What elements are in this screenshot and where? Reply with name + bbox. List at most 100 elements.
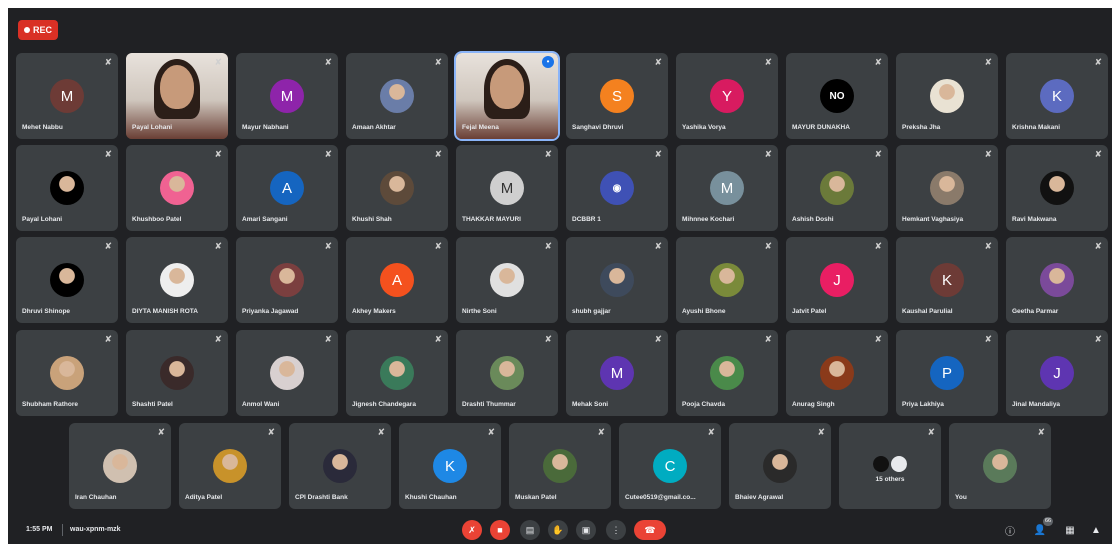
mic-muted-icon: ✘	[104, 149, 112, 159]
participant-name: Jatvit Patel	[792, 308, 827, 315]
participant-tile[interactable]: ✘ Nirthe Soni	[456, 237, 558, 323]
participant-tile[interactable]: ✘ K Khushi Chauhan	[399, 423, 501, 509]
participant-tile[interactable]: ✘ M Mehak Soni	[566, 330, 668, 416]
participant-name: Yashika Vorya	[682, 124, 726, 131]
participant-tile[interactable]: ✘ Y Yashika Vorya	[676, 53, 778, 139]
others-tile[interactable]: ✘ 15 others	[839, 423, 941, 509]
raise-hand-button[interactable]: ✋	[548, 520, 568, 540]
activities-icon[interactable]: ▲	[1088, 522, 1104, 538]
participant-tile[interactable]: ✘ K Kaushal Parulial	[896, 237, 998, 323]
participant-tile[interactable]: ✘ Khushboo Patel	[126, 145, 228, 231]
participant-tile[interactable]: ✘ J Jinal Mandaliya	[1006, 330, 1108, 416]
participant-tile[interactable]: ✘ M Mihnnee Kochari	[676, 145, 778, 231]
participant-name: Payal Lohani	[22, 216, 63, 223]
participant-tile[interactable]: ✘ shubh gajjar	[566, 237, 668, 323]
mic-muted-icon: ✘	[1037, 427, 1045, 437]
participant-name: shubh gajjar	[572, 308, 611, 315]
participant-tile[interactable]: ✘ ◉ DCBBR 1	[566, 145, 668, 231]
participant-tile[interactable]: ✘ Preksha Jha	[896, 53, 998, 139]
participant-name: Mayur Nabhani	[242, 124, 289, 131]
bottom-bar: 1:55 PM wau-xpnm-mzk ✗ ■ ▤ ✋ ▣ ⋮ ☎ ⓘ 👤 66 ▦ ▲	[8, 516, 1112, 544]
participant-tile[interactable]: ✘ Hemkant Vaghasiya	[896, 145, 998, 231]
participant-tile[interactable]: ✘ Bhaiev Agrawal	[729, 423, 831, 509]
meeting-code: wau-xpnm-mzk	[70, 526, 121, 533]
present-icon: ▣	[581, 524, 591, 535]
participant-name: Ravi Makwana	[1012, 216, 1057, 223]
participant-tile[interactable]: ✘ C Cutee0519@gmail.co...	[619, 423, 721, 509]
participant-name: Nirthe Soni	[462, 308, 497, 315]
participant-tile[interactable]: ✘ You	[949, 423, 1051, 509]
participant-tile[interactable]: ✘ Iran Chauhan	[69, 423, 171, 509]
avatar	[50, 171, 84, 205]
chat-icon[interactable]: ▦	[1062, 522, 1078, 538]
present-button[interactable]: ▣	[576, 520, 596, 540]
participant-tile[interactable]: ✘ A Amari Sangani	[236, 145, 338, 231]
divider	[62, 524, 63, 536]
participant-name: Kaushal Parulial	[902, 308, 953, 315]
participant-tile[interactable]: ✘ Amaan Akhtar	[346, 53, 448, 139]
participant-name: Krishna Makani	[1012, 124, 1061, 131]
participant-tile[interactable]: ✘ Muskan Patel	[509, 423, 611, 509]
avatar	[1040, 263, 1074, 297]
mic-muted-icon: ✘	[434, 149, 442, 159]
participant-tile[interactable]: ✘ Ayushi Bhone	[676, 237, 778, 323]
participant-tile[interactable]: ✘ Anurag Singh	[786, 330, 888, 416]
participant-tile[interactable]: ✘ M Mehet Nabbu	[16, 53, 118, 139]
avatar	[873, 456, 889, 472]
avatar	[763, 449, 797, 483]
mic-toggle-button[interactable]: ✗	[462, 520, 482, 540]
participant-tile[interactable]: ✘ Drashti Thummar	[456, 330, 558, 416]
avatar	[270, 263, 304, 297]
participant-tile[interactable]: ✘ Jignesh Chandegara	[346, 330, 448, 416]
person-face	[160, 65, 194, 109]
avatar: A	[270, 171, 304, 205]
participant-tile[interactable]: ✘ P Priya Lakhiya	[896, 330, 998, 416]
participant-tile[interactable]: ✘ Shashti Patel	[126, 330, 228, 416]
participant-tile[interactable]: ✘ Ashish Doshi	[786, 145, 888, 231]
avatar	[213, 449, 247, 483]
participant-tile[interactable]: ✘ Pooja Chavda	[676, 330, 778, 416]
participant-name: Bhaiev Agrawal	[735, 494, 784, 501]
mic-muted-icon: ✘	[764, 149, 772, 159]
participant-tile[interactable]: ✘ DIYTA MANISH ROTA	[126, 237, 228, 323]
avatar	[891, 456, 907, 472]
camera-off-icon: ■	[497, 525, 503, 535]
avatar	[270, 356, 304, 390]
participant-tile[interactable]: ✘ Anmol Wani	[236, 330, 338, 416]
participant-tile[interactable]: ✘ A Akhey Makers	[346, 237, 448, 323]
mic-muted-icon: ✘	[214, 241, 222, 251]
leave-call-button[interactable]: ☎	[634, 520, 666, 540]
participant-tile[interactable]: ✘ Dhruvi Shinope	[16, 237, 118, 323]
participant-name: MAYUR DUNAKHA	[792, 124, 850, 131]
participant-tile[interactable]: ✘ Payal Lohani	[126, 53, 228, 139]
participant-tile[interactable]: ✘ M Mayur Nabhani	[236, 53, 338, 139]
mic-muted-icon: ✘	[817, 427, 825, 437]
more-options-button[interactable]: ⋮	[606, 520, 626, 540]
participant-tile[interactable]: ✘ M THAKKAR MAYURI	[456, 145, 558, 231]
mic-muted-icon: ✘	[434, 57, 442, 67]
participant-tile[interactable]: ✘ Aditya Patel	[179, 423, 281, 509]
participant-tile[interactable]: ✘ Ravi Makwana	[1006, 145, 1108, 231]
participant-tile[interactable]: ✘ Geetha Parmar	[1006, 237, 1108, 323]
participant-tile[interactable]: ✘ Shubham Rathore	[16, 330, 118, 416]
participant-tile[interactable]: ✘ S Sanghavi Dhruvi	[566, 53, 668, 139]
participant-name: Shashti Patel	[132, 401, 173, 408]
participant-tile[interactable]: ✘ K Krishna Makani	[1006, 53, 1108, 139]
participant-name: Ashish Doshi	[792, 216, 834, 223]
people-icon[interactable]: 👤 66	[1032, 517, 1053, 538]
participant-tile[interactable]: ✘ J Jatvit Patel	[786, 237, 888, 323]
participant-name: Iran Chauhan	[75, 494, 117, 501]
participant-tile[interactable]: ✘ Khushi Shah	[346, 145, 448, 231]
participant-tile[interactable]: ✘ CPI Drashti Bank	[289, 423, 391, 509]
mic-muted-icon: ✘	[707, 427, 715, 437]
participant-tile[interactable]: • Fejal Meena	[454, 51, 560, 141]
avatar	[983, 449, 1017, 483]
camera-toggle-button[interactable]: ■	[490, 520, 510, 540]
participant-tile[interactable]: ✘ Payal Lohani	[16, 145, 118, 231]
mic-muted-icon: ✘	[1094, 57, 1102, 67]
participant-row: ✘ Payal Lohani ✘ Khushboo Patel ✘ A Amari Sang…	[8, 145, 1112, 231]
participant-tile[interactable]: ✘ NO MAYUR DUNAKHA	[786, 53, 888, 139]
captions-button[interactable]: ▤	[520, 520, 540, 540]
participant-tile[interactable]: ✘ Priyanka Jagawad	[236, 237, 338, 323]
info-icon[interactable]: ⓘ	[1002, 522, 1018, 538]
